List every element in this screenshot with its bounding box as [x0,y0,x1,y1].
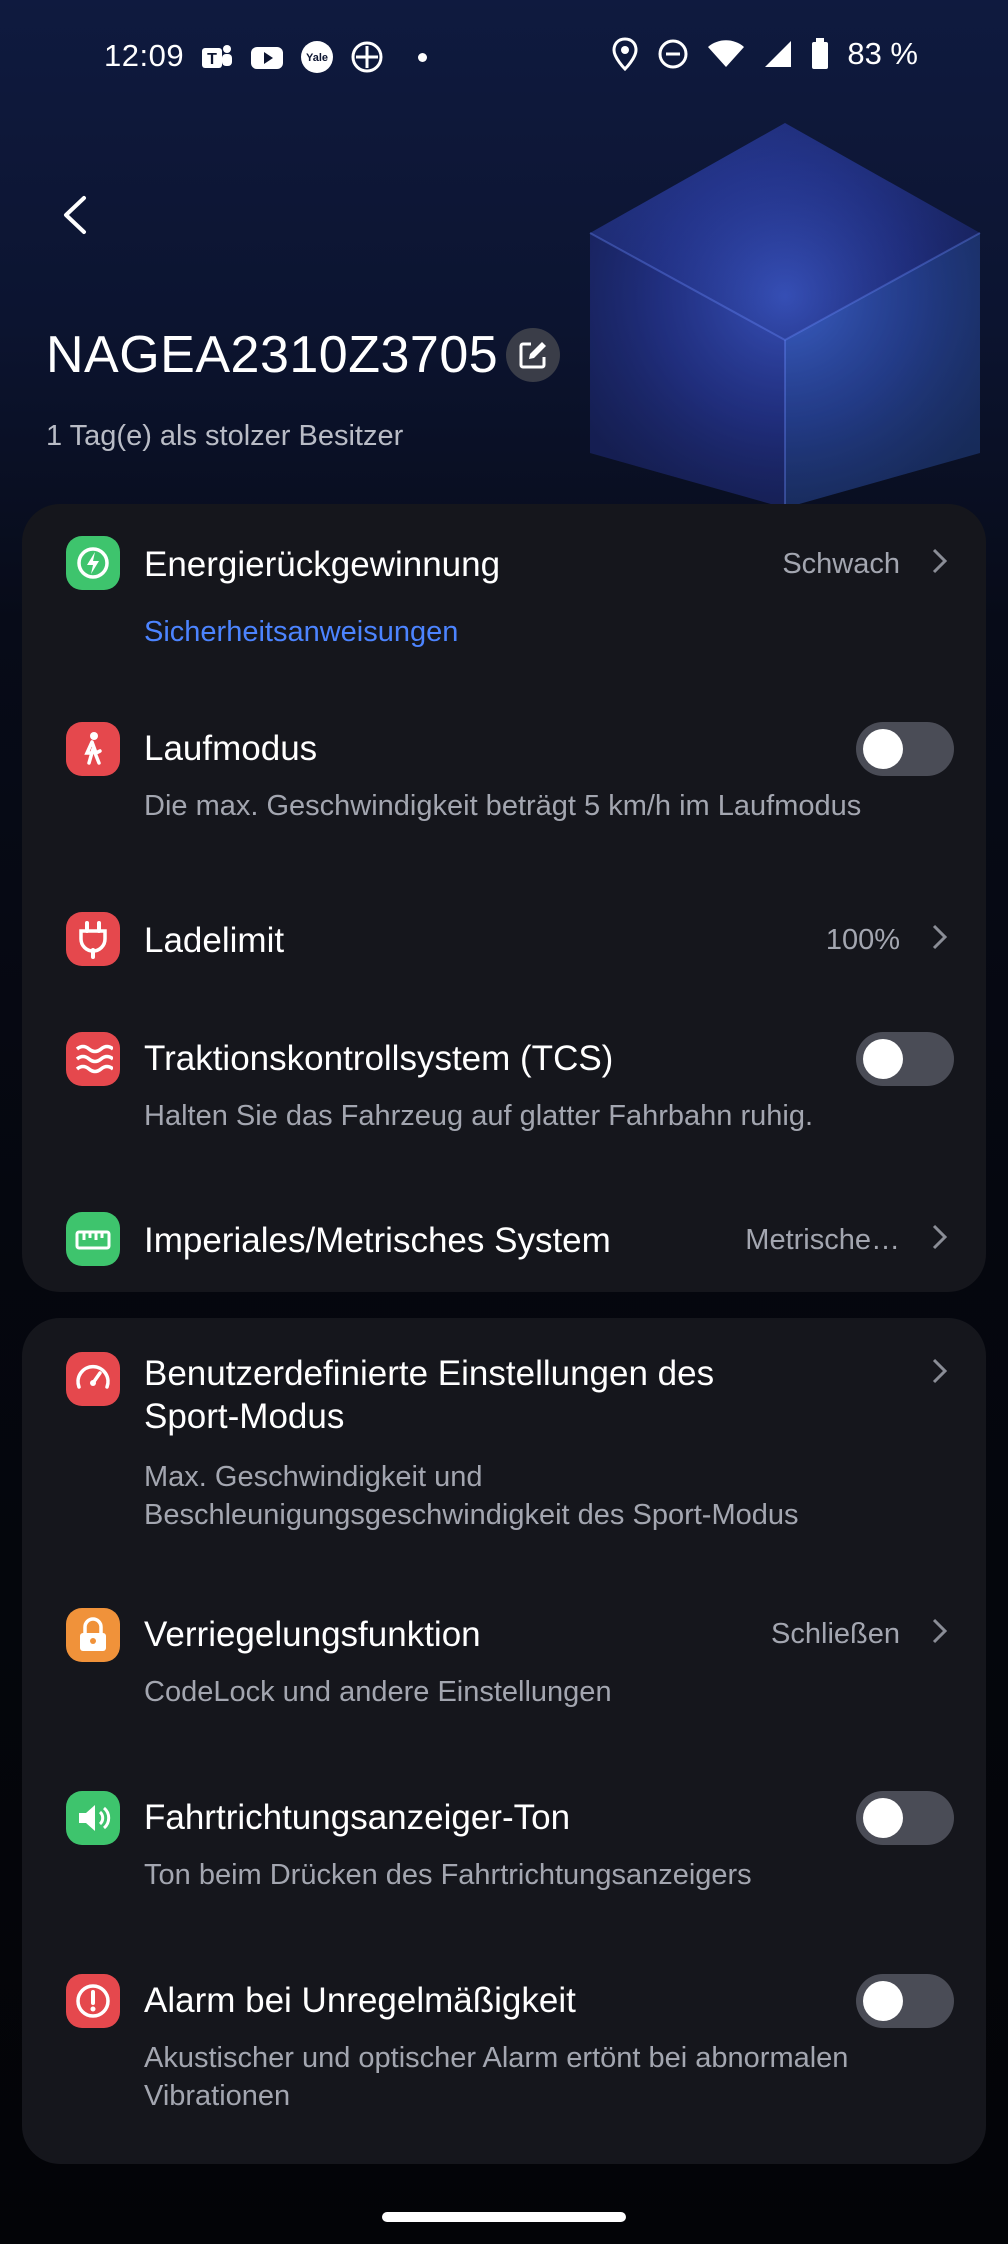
notification-dot [418,52,427,62]
chevron-right-icon [932,1358,948,1384]
walk-mode-title: Laufmodus [144,729,318,768]
speedometer-icon [66,1352,120,1406]
lock-desc: CodeLock und andere Einstellungen [144,1676,612,1708]
walk-mode-desc: Die max. Geschwindigkeit beträgt 5 km/h … [144,790,862,822]
lock-row[interactable]: Verriegelungsfunktion Schließen CodeLock… [22,1580,986,1745]
units-value: Metrische… [745,1224,900,1256]
location-icon [612,37,638,71]
ruler-icon [66,1212,120,1266]
alarm-row: Alarm bei Unregelmäßigkeit Akustischer u… [22,1946,986,2156]
alarm-desc-line2: Vibrationen [144,2080,291,2112]
device-cube-illustration [589,123,981,508]
edit-name-button[interactable] [506,328,561,382]
sport-mode-desc-line2: Beschleunigungsgeschwindigkeit des Sport… [144,1499,799,1531]
status-bar: 12:09 T Yale 83 % [0,0,1008,116]
charge-limit-row[interactable]: Ladelimit 100% [22,884,986,994]
plug-icon [66,912,120,966]
tcs-toggle[interactable] [856,1032,954,1086]
alert-icon [66,1974,120,2028]
units-title: Imperiales/Metrisches System [144,1221,611,1260]
chevron-right-icon [932,924,948,950]
chevron-right-icon [932,1224,948,1250]
svg-text:Yale: Yale [306,52,328,64]
sport-mode-desc-line1: Max. Geschwindigkeit und [144,1461,483,1493]
indicator-sound-row: Fahrtrichtungsanzeiger-Ton Ton beim Drüc… [22,1763,986,1928]
battery-percent: 83 % [847,36,918,71]
energy-recovery-value: Schwach [782,548,900,580]
settings-card-1: Energierückgewinnung Schwach Sicherheits… [22,504,986,1292]
cell-signal-icon [765,41,792,67]
status-left-icons: T Yale [200,40,427,74]
edit-icon [519,342,547,369]
settings-card-2: Benutzerdefinierte Einstellungen des Spo… [22,1318,986,2164]
lock-title: Verriegelungsfunktion [144,1615,481,1654]
traction-waves-icon [66,1032,120,1086]
indicator-sound-toggle[interactable] [856,1791,954,1845]
dnd-icon [658,39,688,69]
charge-limit-value: 100% [825,924,900,956]
youtube-icon [251,47,283,69]
walking-person-icon [66,722,120,776]
battery-icon [812,38,829,69]
sport-mode-title-line1: Benutzerdefinierte Einstellungen des [144,1354,715,1393]
status-time: 12:09 [104,38,185,73]
owner-duration: 1 Tag(e) als stolzer Besitzer [46,420,404,452]
lock-value: Schließen [771,1618,900,1650]
wifi-icon [708,40,745,67]
tcs-title: Traktionskontrollsystem (TCS) [144,1039,614,1078]
safety-instructions-link[interactable]: Sicherheitsanweisungen [144,616,458,649]
home-indicator[interactable] [382,2212,626,2222]
walk-mode-row: Laufmodus Die max. Geschwindigkeit beträ… [22,694,986,859]
energy-recovery-row[interactable]: Energierückgewinnung Schwach Sicherheits… [22,504,986,674]
alarm-toggle[interactable] [856,1974,954,2028]
back-button[interactable] [56,190,96,240]
tcs-desc: Halten Sie das Fahrzeug auf glatter Fahr… [144,1100,814,1132]
charge-limit-title: Ladelimit [144,921,285,960]
speaker-icon [66,1791,120,1845]
svg-text:T: T [207,51,217,68]
chevron-right-icon [932,1618,948,1644]
yale-icon: Yale [301,41,333,73]
status-right-icons: 83 % [611,36,918,72]
alarm-desc-line1: Akustischer und optischer Alarm ertönt b… [144,2042,849,2074]
sport-mode-title-line2: Sport-Modus [144,1397,345,1436]
indicator-sound-desc: Ton beim Drücken des Fahrtrichtungsanzei… [144,1859,752,1891]
units-row[interactable]: Imperiales/Metrisches System Metrische… [22,1184,986,1294]
tcs-row: Traktionskontrollsystem (TCS) Halten Sie… [22,1004,986,1164]
chevron-right-icon [932,548,948,574]
energy-recovery-title: Energierückgewinnung [144,545,501,584]
device-title-row: NAGEA2310Z3705 [46,325,561,385]
sport-mode-row[interactable]: Benutzerdefinierte Einstellungen des Spo… [22,1318,986,1568]
lock-icon [66,1608,120,1662]
walk-mode-toggle[interactable] [856,722,954,776]
alarm-title: Alarm bei Unregelmäßigkeit [144,1981,576,2020]
energy-recovery-icon [66,536,120,590]
device-name: NAGEA2310Z3705 [46,326,499,384]
indicator-sound-title: Fahrtrichtungsanzeiger-Ton [144,1798,571,1837]
accessibility-icon [351,41,383,73]
teams-icon: T [202,45,232,68]
